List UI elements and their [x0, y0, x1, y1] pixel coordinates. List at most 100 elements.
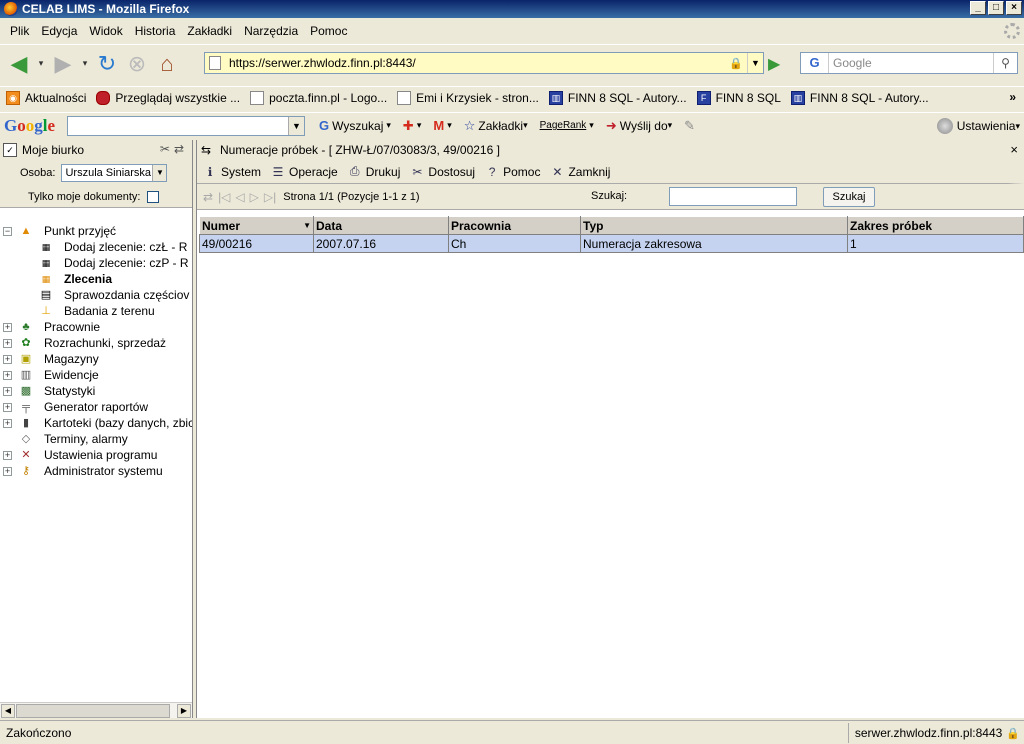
panel-tools-icons[interactable]: ✂⇄ — [160, 142, 188, 156]
close-icon[interactable]: × — [1010, 142, 1018, 157]
bookmark-przegladaj[interactable]: Przeglądaj wszystkie ... — [96, 90, 240, 105]
menu-narzedzia[interactable]: Narzędzia — [238, 24, 304, 38]
url-text[interactable]: https://serwer.zhwlodz.finn.pl:8443/ — [229, 56, 729, 70]
google-logo[interactable]: Google — [4, 116, 55, 136]
google-engine-icon[interactable]: G — [801, 53, 829, 73]
next-page-icon[interactable]: ▷ — [250, 190, 259, 204]
cell-data[interactable]: 2007.07.16 — [313, 234, 449, 253]
refresh-icon[interactable]: ⇄ — [203, 190, 213, 204]
gmail-button[interactable]: M ▾ — [433, 118, 451, 133]
maximize-button[interactable]: □ — [988, 1, 1004, 15]
column-header-numer[interactable]: Numer ▼ — [199, 216, 314, 235]
expand-icon[interactable]: + — [3, 403, 12, 412]
column-header-typ[interactable]: Typ — [580, 216, 848, 235]
last-page-icon[interactable]: ▷| — [264, 190, 276, 204]
scroll-right-icon[interactable]: ▶ — [177, 704, 191, 718]
dropdown-arrow-icon[interactable]: ▼ — [152, 165, 167, 181]
search-input[interactable] — [669, 187, 797, 206]
tree-item-rozrachunki[interactable]: + ✿ Rozrachunki, sprzedaż — [0, 335, 192, 351]
expand-icon[interactable]: + — [3, 419, 12, 428]
column-header-zakres[interactable]: Zakres próbek — [847, 216, 1024, 235]
google-search-combo[interactable]: ▼ — [67, 115, 306, 136]
menu-dostosuj[interactable]: ✂ Dostosuj — [410, 165, 475, 179]
forward-arrow-icon[interactable]: ▶ — [48, 49, 78, 79]
tree-item-pracownie[interactable]: + ♣ Pracownie — [0, 319, 192, 335]
expand-icon[interactable]: + — [3, 339, 12, 348]
expand-icon[interactable]: + — [3, 371, 12, 380]
table-row[interactable]: 49/00216 2007.07.16 Ch Numeracja zakreso… — [199, 234, 1024, 253]
menu-pomoc[interactable]: ? Pomoc — [485, 165, 541, 179]
scroll-left-icon[interactable]: ◀ — [1, 704, 15, 718]
tree-item-badania[interactable]: ⊥ Badania z terenu — [0, 303, 192, 319]
expand-icon[interactable]: + — [3, 323, 12, 332]
tree-item-sprawozdania[interactable]: ▤ Sprawozdania częściov — [0, 287, 192, 303]
first-page-icon[interactable]: |◁ — [218, 190, 230, 204]
menu-drukuj[interactable]: ⎙ Drukuj — [348, 164, 401, 179]
forward-history-dropdown-icon[interactable]: ▾ — [78, 49, 92, 79]
search-input[interactable]: Google — [829, 56, 993, 70]
cell-typ[interactable]: Numeracja zakresowa — [580, 234, 848, 253]
tree-item-dodaj-czp[interactable]: ▦ Dodaj zlecenie: czP - R — [0, 255, 192, 271]
tree-item-kartoteki[interactable]: + ▮ Kartoteki (bazy danych, zbic — [0, 415, 192, 431]
google-search-button[interactable]: G Wyszukaj ▾ — [319, 118, 391, 133]
expand-icon[interactable]: + — [3, 451, 12, 460]
bookmark-aktualnosci[interactable]: ◉ Aktualności — [6, 90, 86, 105]
prev-page-icon[interactable]: ◁ — [235, 190, 244, 204]
cell-zakres[interactable]: 1 — [847, 234, 1024, 253]
expand-icon[interactable]: + — [3, 355, 12, 364]
menu-zakladki[interactable]: Zakładki — [181, 24, 238, 38]
home-icon[interactable]: ⌂ — [152, 49, 182, 79]
tree-item-statystyki[interactable]: + ▩ Statystyki — [0, 383, 192, 399]
bookmark-finn-autory-2[interactable]: ▥ FINN 8 SQL - Autory... — [790, 90, 929, 105]
scroll-thumb[interactable] — [16, 704, 170, 718]
tree-item-admin[interactable]: + ⚷ Administrator systemu — [0, 463, 192, 479]
person-select[interactable]: Urszula Siniarska ▼ — [61, 164, 168, 182]
expand-icon[interactable]: + — [3, 387, 12, 396]
tree-item-zlecenia[interactable]: ▦ Zlecenia — [0, 271, 192, 287]
bookmark-poczta[interactable]: poczta.finn.pl - Logo... — [250, 90, 387, 105]
column-header-data[interactable]: Data — [313, 216, 449, 235]
cell-pracownia[interactable]: Ch — [448, 234, 581, 253]
highlighter-button[interactable]: ✎ — [684, 118, 698, 134]
url-bar[interactable]: https://serwer.zhwlodz.finn.pl:8443/ 🔒 ▼ — [204, 52, 764, 74]
tree-item-punkt[interactable]: − ▲ Punkt przyjęć — [0, 223, 192, 239]
collapse-icon[interactable]: − — [3, 227, 12, 236]
dropdown-arrow-icon[interactable]: ▼ — [288, 116, 305, 135]
menu-edycja[interactable]: Edycja — [35, 24, 83, 38]
minimize-button[interactable]: _ — [970, 1, 986, 15]
tree-item-ustawienia[interactable]: + ✕ Ustawienia programu — [0, 447, 192, 463]
lock-icon[interactable]: 🔒 — [729, 57, 743, 70]
tree-item-terminy[interactable]: ◇ Terminy, alarmy — [0, 431, 192, 447]
pagerank-indicator[interactable]: PageRank ▾ — [540, 120, 594, 131]
back-arrow-icon[interactable]: ◀ — [4, 49, 34, 79]
cell-numer[interactable]: 49/00216 — [199, 234, 314, 253]
search-button[interactable]: Szukaj — [823, 187, 875, 207]
google-settings-button[interactable]: Ustawienia ▾ — [936, 118, 1020, 134]
google-bookmarks-button[interactable]: ☆ Zakładki ▾ — [464, 118, 528, 134]
horizontal-scrollbar[interactable]: ◀ ▶ — [0, 702, 192, 718]
tree-item-dodaj-czl[interactable]: ▦ Dodaj zlecenie: czŁ - R — [0, 239, 192, 255]
menu-zamknij[interactable]: ✕ Zamknij — [550, 165, 610, 179]
send-to-button[interactable]: ➜ Wyślij do ▾ — [606, 118, 672, 134]
menu-plik[interactable]: Plik — [4, 24, 35, 38]
url-dropdown-icon[interactable]: ▼ — [747, 53, 763, 73]
chevron-more-icon[interactable]: » — [1009, 90, 1016, 104]
expand-icon[interactable]: + — [3, 467, 12, 476]
padlock-icon[interactable]: 🔒 — [1006, 727, 1020, 740]
stop-icon[interactable]: ⊗ — [122, 49, 152, 79]
bookmark-finn[interactable]: F FINN 8 SQL — [696, 90, 781, 105]
reload-icon[interactable]: ↻ — [92, 49, 122, 79]
menu-historia[interactable]: Historia — [129, 24, 182, 38]
tree-item-generator[interactable]: + ╤ Generator raportów — [0, 399, 192, 415]
go-arrow-icon[interactable]: ▶ — [768, 54, 780, 74]
only-mine-checkbox[interactable] — [146, 190, 159, 203]
back-history-dropdown-icon[interactable]: ▾ — [34, 49, 48, 79]
search-box[interactable]: G Google ⚲ — [800, 52, 1018, 74]
menu-operacje[interactable]: ☰ Operacje — [271, 165, 338, 179]
magnifier-icon[interactable]: ⚲ — [993, 53, 1017, 73]
menu-widok[interactable]: Widok — [83, 24, 128, 38]
google-tools-button[interactable]: ✚ ▾ — [403, 118, 421, 134]
bookmark-emi[interactable]: Emi i Krzysiek - stron... — [397, 90, 539, 105]
menu-system[interactable]: ℹ System — [203, 165, 261, 179]
bookmark-finn-autory-1[interactable]: ▥ FINN 8 SQL - Autory... — [548, 90, 687, 105]
